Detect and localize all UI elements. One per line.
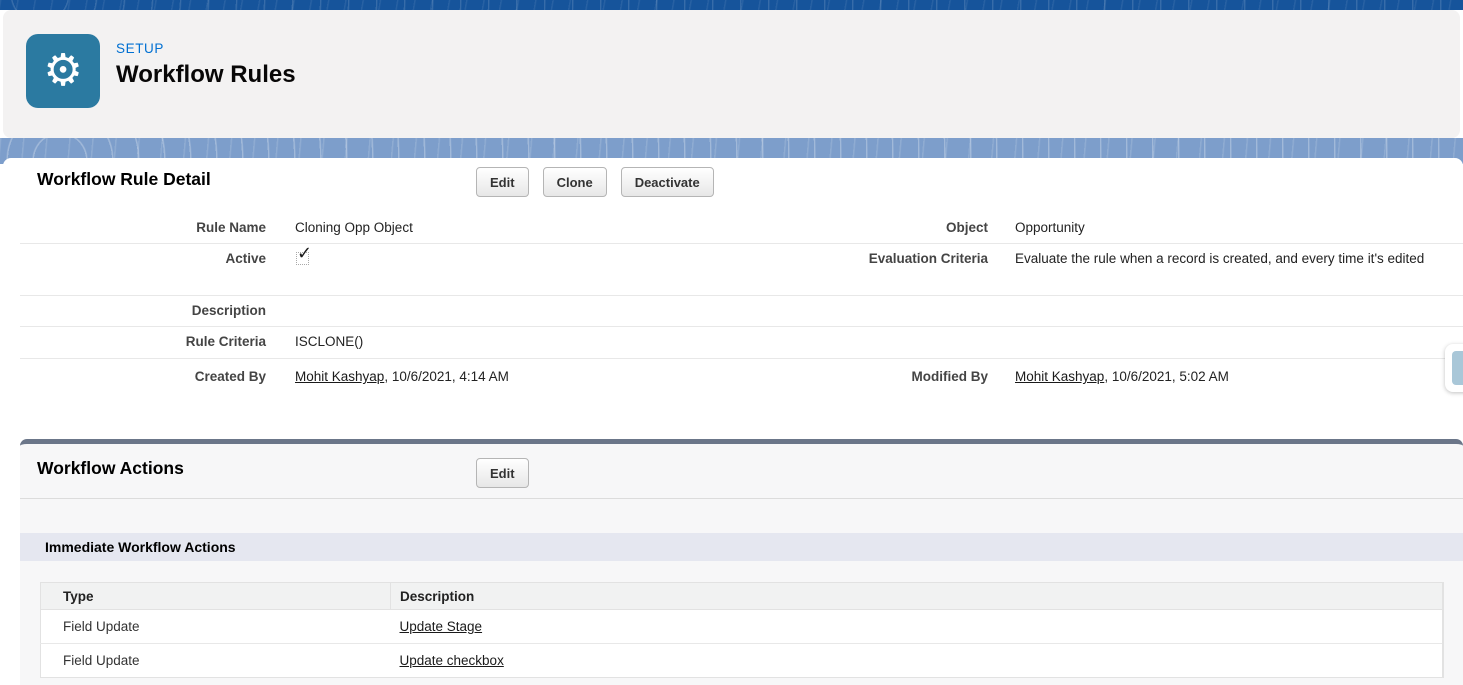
- rule-criteria-value: ISCLONE(): [295, 334, 364, 349]
- immediate-actions-table: Type Description Field Update Update Sta…: [40, 582, 1444, 678]
- rule-criteria-label: Rule Criteria: [185, 334, 266, 349]
- description-column-header: Description: [390, 582, 1443, 610]
- clone-button[interactable]: Clone: [542, 167, 607, 197]
- detail-field-rows: Rule Name Cloning Opp Object Object Oppo…: [20, 213, 1463, 395]
- detail-section-title: Workflow Rule Detail: [37, 169, 211, 189]
- rule-name-value: Cloning Opp Object: [295, 220, 413, 235]
- setup-eyebrow-label: SETUP: [116, 41, 165, 56]
- checkmark-icon: ✓: [297, 243, 313, 263]
- rule-name-label: Rule Name: [196, 220, 266, 235]
- actions-section-title: Workflow Actions: [37, 458, 184, 478]
- evaluation-criteria-label: Evaluation Criteria: [868, 251, 988, 266]
- description-label: Description: [191, 303, 266, 318]
- modified-by-value: Mohit Kashyap, 10/6/2021, 5:02 AM: [995, 367, 1463, 386]
- update-stage-link[interactable]: Update Stage: [400, 619, 483, 634]
- workflow-rule-detail-header: Workflow Rule Detail Edit Clone Deactiva…: [20, 158, 1463, 205]
- detail-button-group: Edit Clone Deactivate: [476, 167, 714, 197]
- chevron-left-icon: ‹: [1452, 351, 1463, 385]
- evaluation-criteria-value: Evaluate the rule when a record is creat…: [1015, 251, 1425, 266]
- created-by-label: Created By: [194, 369, 266, 384]
- side-panel-toggle-button[interactable]: ‹: [1445, 344, 1463, 392]
- actions-table-wrap: Type Description Field Update Update Sta…: [20, 561, 1463, 678]
- table-header-row: Type Description: [40, 582, 1443, 610]
- field-row-rule-name: Rule Name Cloning Opp Object Object Oppo…: [20, 213, 1463, 244]
- deactivate-button[interactable]: Deactivate: [620, 167, 714, 197]
- immediate-workflow-actions-title: Immediate Workflow Actions: [45, 539, 236, 555]
- page-title: Workflow Rules: [116, 61, 296, 88]
- immediate-workflow-actions-bar: Immediate Workflow Actions: [20, 533, 1463, 561]
- actions-edit-button[interactable]: Edit: [476, 458, 529, 488]
- workflow-actions-header: Workflow Actions Edit: [20, 444, 1463, 499]
- object-value: Opportunity: [1015, 220, 1085, 235]
- table-row: Field Update Update checkbox: [41, 644, 1444, 678]
- field-row-created-by: Created By Mohit Kashyap, 10/6/2021, 4:1…: [20, 359, 1463, 395]
- active-label: Active: [225, 251, 266, 266]
- workflow-actions-card: Workflow Actions Edit Immediate Workflow…: [20, 439, 1463, 685]
- created-by-datetime: , 10/6/2021, 4:14 AM: [384, 369, 509, 384]
- field-row-active: Active ✓ Evaluation Criteria Evaluate th…: [20, 244, 1463, 296]
- content-card: Workflow Rule Detail Edit Clone Deactiva…: [3, 158, 1463, 685]
- object-label: Object: [945, 220, 988, 235]
- setup-page-header: ⚙ SETUP Workflow Rules: [3, 10, 1460, 138]
- modified-by-label: Modified By: [911, 369, 989, 384]
- action-type-cell: Field Update: [63, 653, 140, 668]
- browser-top-strip: [0, 0, 1463, 10]
- edit-button[interactable]: Edit: [476, 167, 529, 197]
- field-row-description: Description: [20, 296, 1463, 327]
- table-row: Field Update Update Stage: [40, 609, 1443, 644]
- field-row-rule-criteria: Rule Criteria ISCLONE(): [20, 327, 1463, 359]
- type-column-header: Type: [40, 582, 391, 610]
- created-by-value: Mohit Kashyap, 10/6/2021, 4:14 AM: [278, 367, 718, 386]
- action-type-cell: Field Update: [40, 609, 391, 644]
- modified-by-datetime: , 10/6/2021, 5:02 AM: [1104, 369, 1229, 384]
- gear-icon: ⚙: [43, 46, 83, 95]
- setup-gear-icon: ⚙: [26, 34, 100, 108]
- modified-by-user-link[interactable]: Mohit Kashyap: [1015, 369, 1104, 384]
- active-checkbox-checked: ✓: [296, 244, 312, 265]
- update-checkbox-link[interactable]: Update checkbox: [400, 653, 504, 668]
- created-by-user-link[interactable]: Mohit Kashyap: [295, 369, 384, 384]
